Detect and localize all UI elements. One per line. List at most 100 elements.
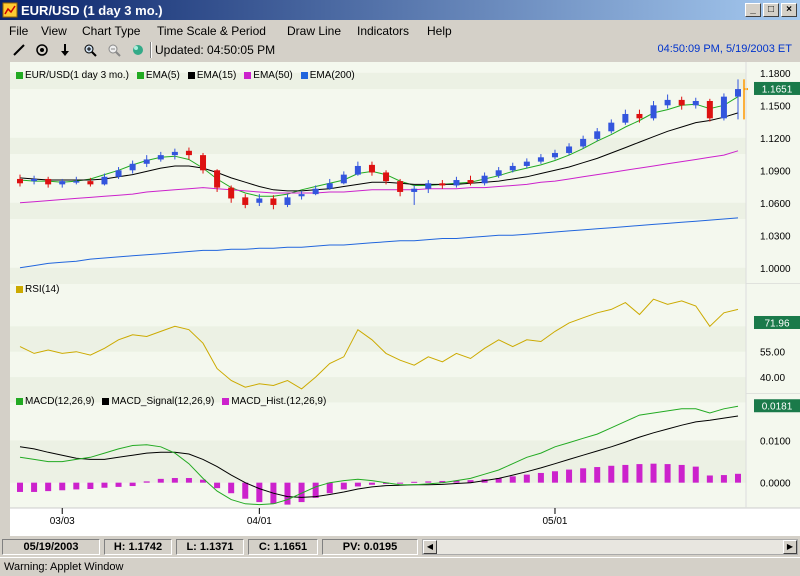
candle-body (537, 157, 544, 162)
chart-canvas[interactable]: 1.1800 1.1500 1.1200 1.0900 1.0600 1.0300 1.00… (10, 62, 800, 536)
macd-hist-bar (551, 471, 558, 483)
candle-body (692, 100, 699, 106)
price-last-label: 1.1651 (762, 84, 793, 95)
macd-hist-bar (157, 478, 164, 483)
current-datetime: 04:50:09 PM, 5/19/2003 ET (657, 43, 792, 55)
close-button[interactable]: × (781, 3, 797, 17)
status-low: L: 1.1371 (176, 539, 244, 555)
candle-body (298, 194, 305, 197)
candle-body (425, 183, 432, 189)
status-close: C: 1.1651 (248, 539, 318, 555)
candle-body (509, 165, 516, 171)
candle-body (340, 174, 347, 184)
price-tick-label: 1.0900 (760, 166, 791, 177)
candle-body (580, 138, 587, 147)
macd-hist-bar (17, 482, 23, 492)
candle-body (397, 181, 404, 192)
menu-chart-type[interactable]: Chart Type (82, 24, 140, 38)
macd-hist-bar (185, 478, 192, 483)
updated-time: Updated: 04:50:05 PM (155, 43, 276, 57)
macd-hist-bar (411, 481, 418, 483)
candle-body (383, 172, 390, 182)
crosshair-icon[interactable] (34, 42, 50, 58)
candle-body (551, 152, 558, 158)
minimize-button[interactable]: _ (745, 3, 761, 17)
candle-body (706, 100, 713, 119)
macd-hist-bar (397, 482, 404, 484)
candle-body (31, 178, 38, 182)
menu-bar: File View Chart Type Time Scale & Period… (0, 20, 800, 40)
candle-body (87, 181, 94, 185)
menu-help[interactable]: Help (427, 24, 452, 38)
price-tick-label: 1.0300 (760, 231, 791, 242)
legend-price-series: EUR/USD(1 day 3 mo.) (25, 70, 129, 81)
candle-body (17, 178, 23, 184)
zoom-out-icon[interactable] (106, 42, 122, 58)
panel-background (10, 62, 800, 284)
arrow-down-icon[interactable] (57, 42, 73, 58)
macd-hist-bar (256, 482, 263, 503)
scroll-left-icon[interactable]: ◀ (423, 540, 437, 554)
window-titlebar: EUR/USD (1 day 3 mo.) _ □ × (0, 0, 800, 20)
x-tick-label: 04/01 (247, 516, 272, 527)
zoom-in-icon[interactable] (82, 42, 98, 58)
macd-hist-bar (214, 482, 221, 489)
macd-hist-bar (115, 482, 122, 487)
macd-last-label: 0.0181 (762, 402, 793, 413)
chart-area[interactable]: 1.1800 1.1500 1.1200 1.0900 1.0600 1.0300 1.00… (10, 62, 800, 536)
price-tick-label: 1.0600 (760, 199, 791, 210)
draw-line-icon[interactable] (11, 42, 27, 58)
price-tick-label: 1.1800 (760, 69, 791, 80)
menu-file[interactable]: File (9, 24, 28, 38)
macd-tick-label: 0.0100 (760, 436, 791, 447)
macd-hist-bar (678, 464, 685, 483)
candle-body (354, 165, 361, 175)
rsi-last-label: 71.96 (764, 318, 789, 329)
price-band (10, 137, 746, 155)
macd-hist-bar (31, 482, 38, 492)
candle-body (411, 188, 418, 192)
macd-hist-bar (143, 481, 150, 483)
app-icon (2, 2, 18, 18)
candle-body (228, 187, 235, 199)
maximize-button[interactable]: □ (763, 3, 779, 17)
macd-hist-bar (622, 464, 629, 483)
window-title: EUR/USD (1 day 3 mo.) (21, 2, 163, 18)
price-tick-label: 1.0000 (760, 264, 791, 275)
toolbar-separator (150, 42, 152, 58)
menu-time-scale[interactable]: Time Scale & Period (157, 24, 266, 38)
refresh-icon[interactable] (130, 42, 146, 58)
candle-body (143, 159, 150, 164)
candle-body (326, 183, 333, 189)
menu-indicators[interactable]: Indicators (357, 24, 409, 38)
horizontal-scrollbar[interactable]: ◀ ▶ (422, 539, 798, 555)
macd-hist-bar (692, 466, 699, 483)
scroll-right-icon[interactable]: ▶ (783, 540, 797, 554)
price-tick-label: 1.1500 (760, 101, 791, 112)
menu-view[interactable]: View (41, 24, 67, 38)
candle-body (566, 146, 573, 153)
macd-hist-bar (326, 482, 333, 494)
price-band (10, 267, 746, 284)
candle-body (368, 164, 375, 173)
candle-body (636, 113, 643, 119)
candle-body (270, 198, 277, 205)
candle-body (171, 151, 178, 156)
candle-body (185, 150, 192, 156)
macd-hist-bar (720, 475, 727, 483)
menu-draw-line[interactable]: Draw Line (287, 24, 341, 38)
candle-body (664, 99, 671, 106)
candle-body (284, 197, 291, 205)
macd-hist-bar (171, 478, 178, 483)
macd-hist-bar (368, 482, 375, 485)
candle-body (115, 170, 122, 177)
macd-hist-bar (608, 465, 615, 483)
macd-hist-bar (340, 482, 347, 490)
legend-macd: MACD(12,26,9) (25, 396, 95, 407)
candle-body (157, 155, 164, 160)
candle-body (650, 105, 657, 119)
macd-hist-bar (129, 482, 136, 487)
candle-body (594, 131, 601, 139)
macd-hist-bar (566, 469, 573, 483)
macd-hist-bar (242, 482, 249, 499)
